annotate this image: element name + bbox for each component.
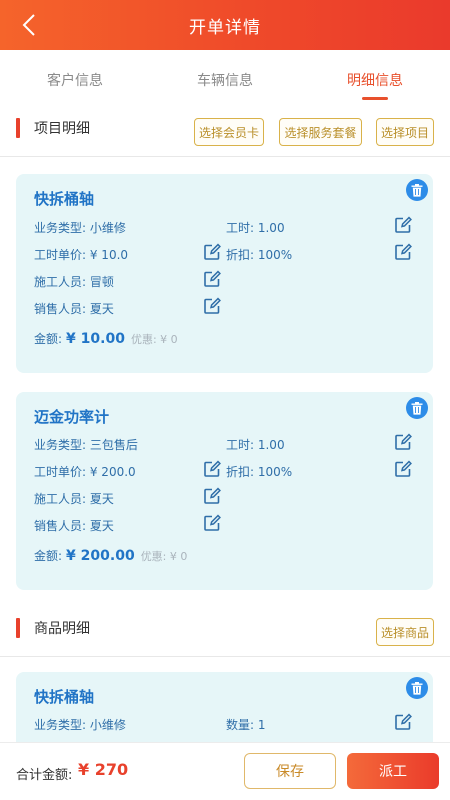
discount: 折扣: 100% <box>226 248 293 262</box>
sales-person: 销售人员: 夏天 <box>34 302 114 316</box>
chevron-left-icon <box>22 14 35 36</box>
total-amount: ¥ 270 <box>78 760 129 779</box>
item-name: 快拆桶轴 <box>34 190 95 208</box>
amount-label: 金额: <box>34 549 63 563</box>
delete-button[interactable] <box>406 179 428 201</box>
edit-icon[interactable] <box>394 433 412 451</box>
unit-price: 工时单价: ¥ 10.0 <box>34 248 129 262</box>
trash-icon <box>411 183 423 197</box>
order-detail-screen: 开单详情 客户信息 车辆信息 明细信息 项目明细 选择会员卡 选择服务套餐 选择… <box>0 0 450 800</box>
discount: 折扣: 100% <box>226 465 293 479</box>
item-name: 快拆桶轴 <box>34 688 95 706</box>
trash-icon <box>411 681 423 695</box>
preferential-amount: 优惠: ¥ 0 <box>130 333 178 346</box>
section-marker <box>16 618 20 638</box>
select-service-package-button[interactable]: 选择服务套餐 <box>279 118 362 146</box>
project-item-card: 快拆桶轴 业务类型: 小维修 工时: 1.00 工时单价: ¥ 10.0 折扣:… <box>16 174 433 373</box>
business-type: 业务类型: 小维修 <box>34 718 126 732</box>
sales-person: 销售人员: 夏天 <box>34 519 114 533</box>
quantity: 数量: 1 <box>226 718 266 732</box>
amount-value: ¥ 10.00 <box>66 331 125 347</box>
business-type: 业务类型: 三包售后 <box>34 438 138 452</box>
delete-button[interactable] <box>406 397 428 419</box>
divider <box>0 656 450 657</box>
total-label: 合计金额: <box>16 768 73 783</box>
dispatch-button[interactable]: 派工 <box>347 753 439 789</box>
project-section-title: 项目明细 <box>34 121 90 137</box>
goods-section-header: 商品明细 选择商品 <box>0 604 450 654</box>
section-marker <box>16 118 20 138</box>
edit-icon[interactable] <box>203 243 221 261</box>
delete-button[interactable] <box>406 677 428 699</box>
amount-label: 金额: <box>34 332 63 346</box>
edit-icon[interactable] <box>394 216 412 234</box>
item-name: 迈金功率计 <box>34 408 110 426</box>
unit-price: 工时单价: ¥ 200.0 <box>34 465 136 479</box>
edit-icon[interactable] <box>203 460 221 478</box>
edit-icon[interactable] <box>203 487 221 505</box>
tab-vehicle-info[interactable]: 车辆信息 <box>150 50 300 104</box>
edit-icon[interactable] <box>203 270 221 288</box>
select-member-card-button[interactable]: 选择会员卡 <box>194 118 264 146</box>
worker: 施工人员: 冒顿 <box>34 275 114 289</box>
work-hours: 工时: 1.00 <box>226 438 285 452</box>
tab-bar: 客户信息 车辆信息 明细信息 <box>0 50 450 104</box>
select-goods-button[interactable]: 选择商品 <box>376 618 434 646</box>
divider <box>0 156 450 157</box>
page-title: 开单详情 <box>189 17 261 38</box>
trash-icon <box>411 401 423 415</box>
edit-icon[interactable] <box>394 460 412 478</box>
tab-customer-info[interactable]: 客户信息 <box>0 50 150 104</box>
worker: 施工人员: 夏天 <box>34 492 114 506</box>
work-hours: 工时: 1.00 <box>226 221 285 235</box>
amount-value: ¥ 200.00 <box>66 548 135 564</box>
select-project-button[interactable]: 选择项目 <box>376 118 434 146</box>
app-header: 开单详情 <box>0 0 450 50</box>
edit-icon[interactable] <box>203 297 221 315</box>
project-item-card: 迈金功率计 业务类型: 三包售后 工时: 1.00 工时单价: ¥ 200.0 … <box>16 392 433 590</box>
edit-icon[interactable] <box>203 514 221 532</box>
bottom-action-bar: 合计金额: ¥ 270 保存 派工 <box>0 742 450 800</box>
edit-icon[interactable] <box>394 713 412 731</box>
project-section-header: 项目明细 选择会员卡 选择服务套餐 选择项目 <box>0 104 450 154</box>
back-button[interactable] <box>16 12 42 38</box>
business-type: 业务类型: 小维修 <box>34 221 126 235</box>
goods-section-title: 商品明细 <box>34 621 90 637</box>
tab-detail-info[interactable]: 明细信息 <box>300 50 450 104</box>
amount-row: 金额: ¥ 200.00 优惠: ¥ 0 <box>34 547 187 564</box>
preferential-amount: 优惠: ¥ 0 <box>140 550 188 563</box>
edit-icon[interactable] <box>394 243 412 261</box>
amount-row: 金额: ¥ 10.00 优惠: ¥ 0 <box>34 330 178 347</box>
save-button[interactable]: 保存 <box>244 753 336 789</box>
